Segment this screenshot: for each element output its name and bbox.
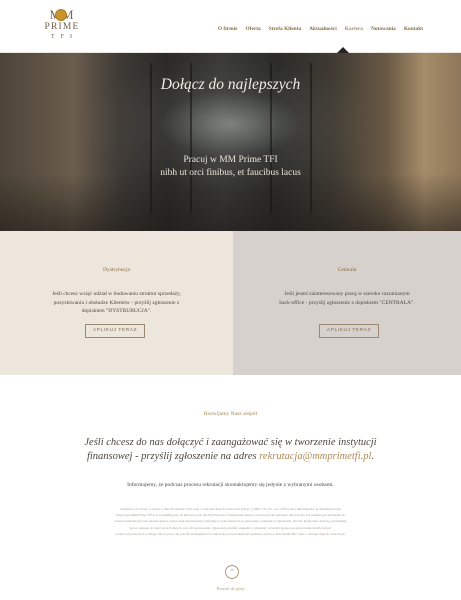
nav-item-kontakt[interactable]: Kontakt: [404, 26, 423, 32]
back-to-top-link[interactable]: Powrót do góry: [0, 586, 461, 591]
panel-centrala: Centrala Jeśli jesteś zainteresowany pra…: [233, 231, 461, 375]
nav-item-aktualnosci[interactable]: Aktualności: [309, 26, 337, 32]
nav-item-notowania[interactable]: Notowania: [371, 26, 396, 32]
chevron-up-icon[interactable]: ⌃: [225, 565, 239, 579]
logo[interactable]: MM PRIME TFI: [38, 8, 86, 46]
hero-floor: [0, 173, 461, 231]
legal-notice: Zgodnie z art. 24 ust. 1 ustawy z dnia 2…: [60, 506, 401, 537]
nav-item-o-firmie[interactable]: O firmie: [218, 26, 238, 32]
invite-text-line: Jeśli chcesz do nas dołączyć i zaangażow…: [84, 437, 377, 448]
panel-heading: Dystrybucja: [103, 267, 130, 273]
hero-subtitle: Pracuj w MM Prime TFI: [183, 155, 278, 165]
panel-description: Jeśli chcesz wziąć udział w budowaniu st…: [0, 290, 233, 316]
panel-text-line: pozyskiwaniu i obsłudze Klientów - przyś…: [53, 299, 180, 306]
info-notice: Informujemy, że podczas procesu rekrutac…: [127, 482, 334, 488]
panel-text-line: Jeśli jesteś zainteresowany pracą w szer…: [284, 291, 410, 297]
panel-description: Jeśli jesteś zainteresowany pracą w szer…: [233, 290, 461, 307]
invite-text-suffix: .: [371, 451, 375, 462]
invite-text-line-2: finansowej - przyślij zgłoszenie na adre…: [0, 451, 461, 462]
panel-text-line: back-office - przyślij zgłoszenie z dopi…: [279, 299, 415, 306]
hero-subtitle-2: nibh ut orci finibus, et faucibus lacus: [160, 168, 301, 178]
logo-tfi: TFI: [51, 34, 78, 40]
apply-button-centrala[interactable]: APLIKUJ TERAZ: [319, 324, 379, 338]
logo-prime: PRIME: [44, 22, 80, 32]
active-nav-caret-icon: [337, 47, 349, 53]
legal-line: osobowych zawartych w mojej ofercie prac…: [115, 531, 346, 536]
panel-text-line: Jeśli chcesz wziąć udział w budowaniu st…: [52, 291, 181, 297]
nav-item-oferta[interactable]: Oferta: [245, 26, 260, 32]
panel-heading: Centrala: [337, 267, 357, 273]
panel-dystrybucja: Dystrybucja Jeśli chcesz wziąć udział w …: [0, 231, 233, 375]
recruitment-email-link[interactable]: rekrutacja@mmprimetfi.pl: [259, 451, 371, 462]
invite-text-prefix: finansowej - przyślij zgłoszenie na adre…: [86, 451, 260, 462]
apply-button-dystrybucja[interactable]: APLIKUJ TERAZ: [85, 324, 145, 338]
main-nav: O firmie Oferta Strefa Klienta Aktualnoś…: [218, 26, 423, 32]
nav-item-kariera[interactable]: Kariera: [345, 26, 363, 32]
nav-item-strefa-klienta[interactable]: Strefa Klienta: [269, 26, 301, 32]
logo-coin-icon: [55, 9, 67, 21]
hero-title: Dołącz do najlepszych: [160, 76, 301, 93]
site-header: MM PRIME TFI O firmie Oferta Strefa Klie…: [0, 0, 461, 53]
section-label: Rozwijamy Nasz zespół: [203, 411, 258, 417]
panel-text-line: dopiskiem "DYSTRUBUCJA".: [81, 308, 152, 314]
